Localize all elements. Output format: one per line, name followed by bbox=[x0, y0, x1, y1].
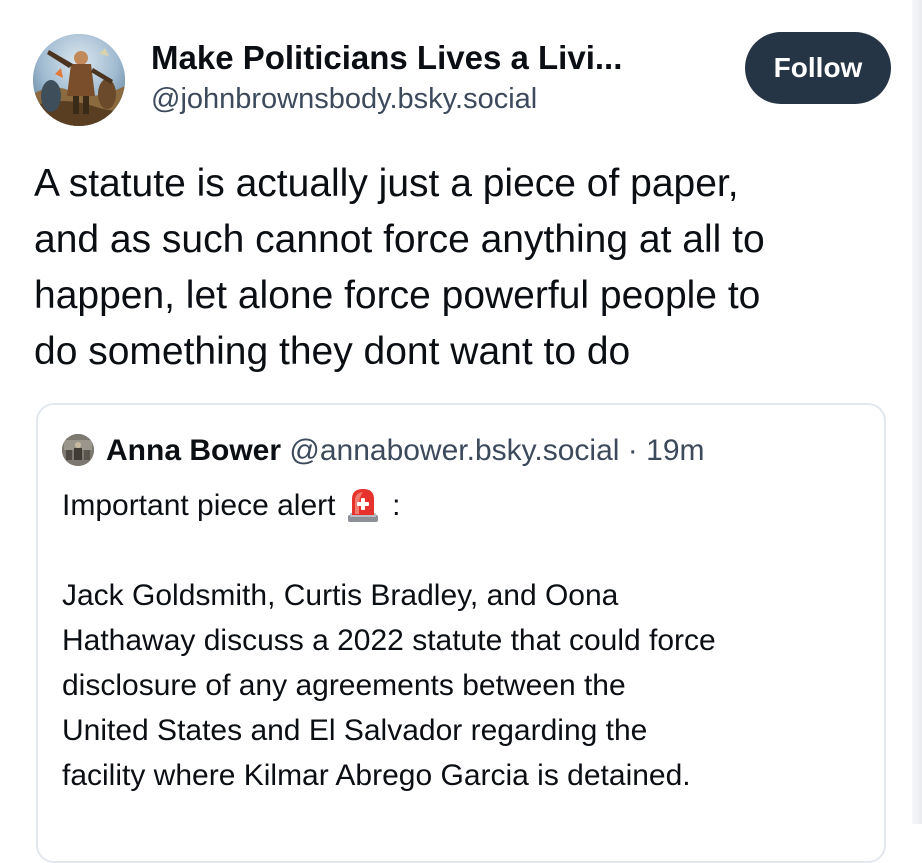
author-names: Make Politicians Lives a Livi... @johnbr… bbox=[151, 38, 711, 117]
quoted-author-avatar[interactable] bbox=[62, 434, 94, 467]
author-handle[interactable]: @johnbrownsbody.bsky.social bbox=[151, 81, 711, 117]
quoted-post-header: Anna Bower @annabower.bsky.social · 19m bbox=[62, 431, 705, 471]
quoted-post-intro-text: Important piece alert bbox=[62, 489, 336, 522]
quoted-meta-separator: · bbox=[627, 434, 638, 467]
quoted-author-name[interactable]: Anna Bower bbox=[106, 434, 281, 467]
quoted-post-first-line: Important piece alert : bbox=[62, 483, 872, 528]
quoted-post-paragraph: Jack Goldsmith, Curtis Bradley, and Oona… bbox=[62, 579, 716, 792]
author-display-name[interactable]: Make Politicians Lives a Livi... bbox=[151, 38, 711, 78]
follow-button[interactable]: Follow bbox=[745, 32, 891, 104]
quoted-post-time[interactable]: 19m bbox=[646, 434, 704, 467]
post-header: Make Politicians Lives a Livi... @johnbr… bbox=[33, 32, 891, 128]
siren-icon bbox=[346, 485, 380, 523]
quoted-post-card[interactable]: Anna Bower @annabower.bsky.social · 19m … bbox=[36, 403, 886, 863]
post: Make Politicians Lives a Livi... @johnbr… bbox=[0, 0, 922, 863]
scrollbar-track[interactable] bbox=[912, 0, 922, 824]
quoted-author-avatar-image bbox=[62, 434, 94, 467]
author-avatar-image bbox=[33, 34, 125, 126]
quoted-post-body: Important piece alert : Jack Goldsmith, … bbox=[62, 483, 872, 798]
author-avatar[interactable] bbox=[33, 34, 125, 126]
post-text: A statute is actually just a piece of pa… bbox=[34, 162, 765, 373]
quoted-post-intro-colon: : bbox=[392, 489, 401, 522]
quoted-author-handle[interactable]: @annabower.bsky.social bbox=[289, 434, 619, 467]
